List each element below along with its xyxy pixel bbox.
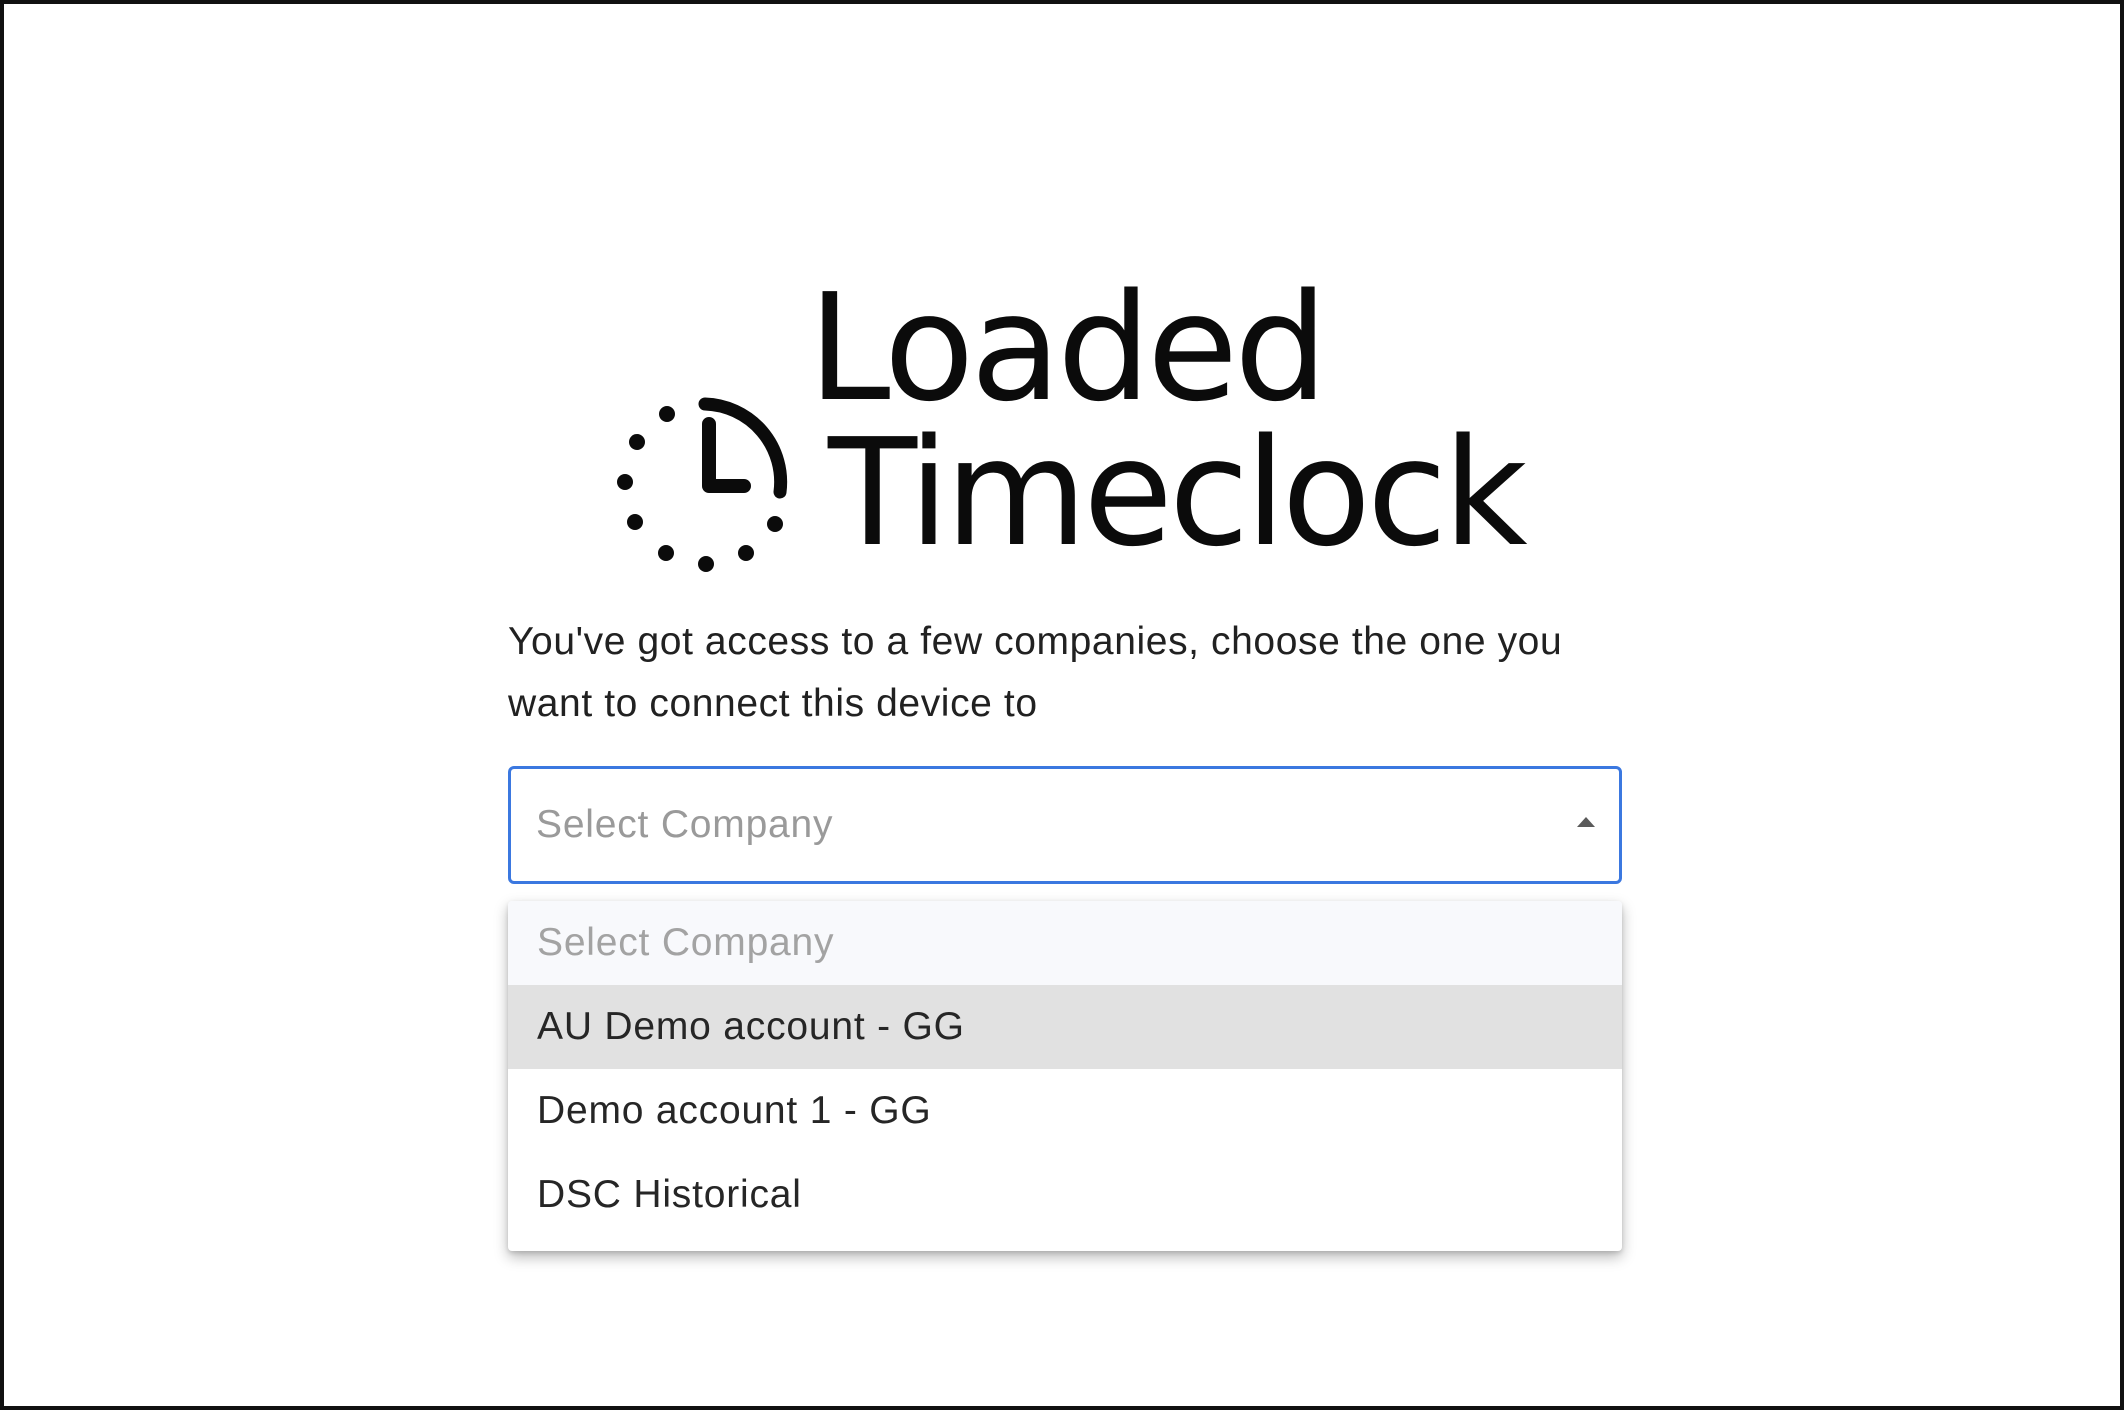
logo-word-timeclock: Timeclock [828,407,1528,579]
company-access-instructions: You've got access to a few companies, ch… [508,620,1563,725]
logo-word-loaded: Loaded [808,262,1328,434]
dropdown-option-dsc-historical[interactable]: DSC Historical [508,1153,1622,1237]
dropdown-option-demo-account-1[interactable]: Demo account 1 - GG [508,1069,1622,1153]
app-window: Loaded Timeclock You've got access to a … [0,0,2124,1410]
loaded-timeclock-logo: Loaded Timeclock [609,274,1529,594]
caret-up-icon[interactable] [1577,817,1595,827]
company-select[interactable]: Select Company [508,766,1622,884]
dropdown-option-au-demo-account[interactable]: AU Demo account - GG [508,985,1622,1069]
company-select-placeholder: Select Company [536,803,834,846]
dropdown-option-placeholder: Select Company [508,901,1622,985]
clock-logo-icon [617,397,788,572]
company-dropdown-menu: Select Company AU Demo account - GG Demo… [508,901,1622,1251]
